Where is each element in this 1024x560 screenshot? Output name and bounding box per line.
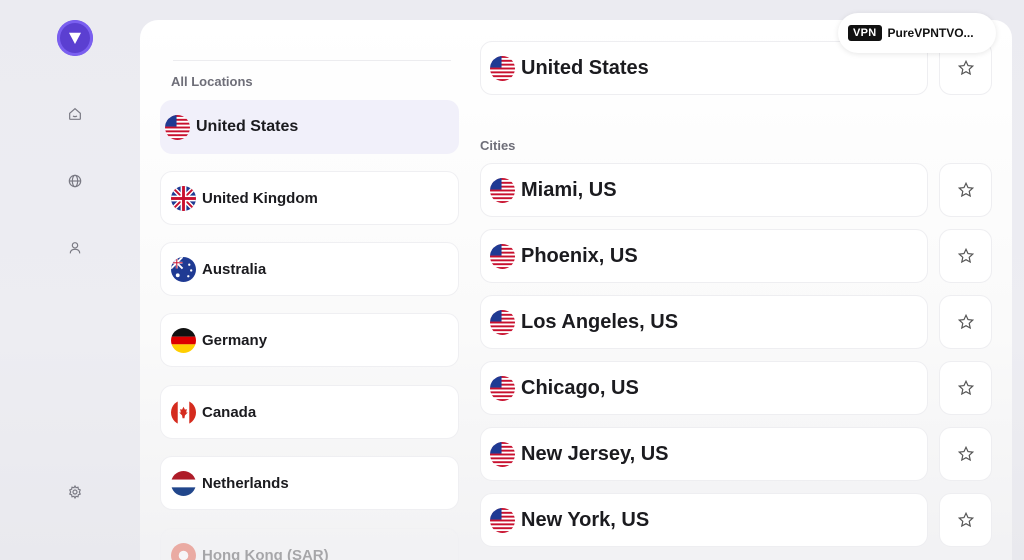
us-flag-icon [490,55,515,81]
location-label: United Kingdom [202,189,318,207]
location-label: Netherlands [202,474,289,492]
favorite-button[interactable] [939,229,992,283]
favorite-button[interactable] [939,361,992,415]
star-icon [957,313,974,330]
nav-locations[interactable] [66,172,84,190]
ca-flag-icon [171,399,196,425]
city-item-los-angeles[interactable]: Los Angeles, US [480,295,928,349]
location-item-united-states[interactable]: United States [160,100,459,154]
globe-icon [68,174,82,188]
us-flag-icon [490,375,515,401]
de-flag-icon [171,327,196,353]
location-item-netherlands[interactable]: Netherlands [160,456,459,510]
city-label: Miami, US [521,178,617,201]
city-item-phoenix[interactable]: Phoenix, US [480,229,928,283]
star-icon [957,247,974,264]
favorite-button[interactable] [939,163,992,217]
location-label: Australia [202,260,267,278]
city-item-new-york[interactable]: New York, US [480,493,928,547]
city-label: New Jersey, US [521,442,669,465]
us-flag-icon [490,309,515,335]
favorite-button[interactable] [939,427,992,481]
vpn-profile-name: PureVPNTVO... [887,26,974,40]
nav-settings[interactable] [66,483,84,501]
city-label: Chicago, US [521,376,639,399]
location-item-germany[interactable]: Germany [160,313,459,367]
uk-flag-icon [171,185,196,211]
vpn-badge: VPN [848,25,882,41]
all-locations-label: All Locations [171,74,253,89]
hk-flag-icon [171,542,196,560]
star-icon [957,511,974,528]
location-item-united-kingdom[interactable]: United Kingdom [160,171,459,225]
location-label: Canada [202,403,257,421]
favorite-button[interactable] [939,493,992,547]
city-label: New York, US [521,508,650,531]
location-item-hong-kong[interactable]: Hong Kong (SAR) [160,528,459,560]
star-icon [957,379,974,396]
country-header-label: United States [521,56,649,79]
au-flag-icon [171,256,196,282]
city-label: Los Angeles, US [521,310,679,333]
city-item-new-jersey[interactable]: New Jersey, US [480,427,928,481]
vpn-connection-pill[interactable]: VPN PureVPNTVO... [838,13,996,53]
favorite-button[interactable] [939,295,992,349]
us-flag-icon [490,177,515,203]
star-icon [957,445,974,462]
gear-icon [69,484,81,500]
user-icon [69,242,81,254]
location-label: Hong Kong (SAR) [202,546,329,560]
shield-icon [69,32,81,44]
star-icon [957,59,974,76]
city-item-miami[interactable]: Miami, US [480,163,928,217]
cities-label: Cities [480,138,516,153]
location-label: Germany [202,331,268,349]
us-flag-icon [490,243,515,269]
city-item-chicago[interactable]: Chicago, US [480,361,928,415]
location-item-australia[interactable]: Australia [160,242,459,296]
app-logo[interactable] [57,20,93,56]
location-item-canada[interactable]: Canada [160,385,459,439]
sidebar [0,0,140,560]
nav-home[interactable] [66,105,84,123]
star-icon [957,181,974,198]
location-label: United States [196,118,299,135]
us-flag-icon [490,441,515,467]
us-flag-icon [165,114,190,140]
home-icon [69,107,81,120]
nl-flag-icon [171,470,196,496]
us-flag-icon [490,507,515,533]
city-label: Phoenix, US [521,244,638,267]
divider [173,60,451,61]
nav-account[interactable] [66,239,84,257]
